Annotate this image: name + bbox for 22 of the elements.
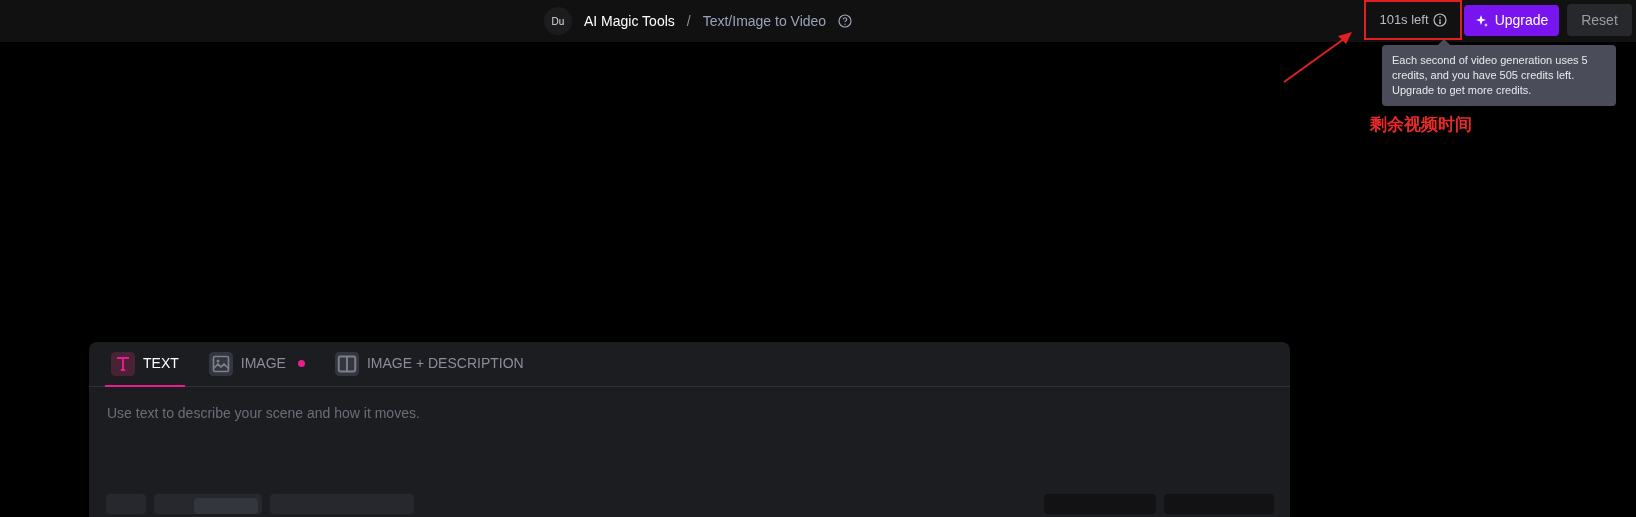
breadcrumb-separator: / bbox=[686, 11, 691, 31]
avatar: Du bbox=[544, 7, 572, 35]
text-icon bbox=[111, 351, 135, 376]
annotation-label: 剩余视频时间 bbox=[1370, 114, 1472, 136]
tooltip: Each second of video generation uses 5 credits, and you have 505 credits left. Upgrade to get more credits. bbox=[1382, 45, 1616, 106]
reset-button[interactable]: Reset bbox=[1567, 4, 1632, 36]
split-panel-icon bbox=[334, 351, 359, 376]
breadcrumb-link[interactable]: AI Magic Tools bbox=[584, 10, 675, 32]
image-icon bbox=[208, 351, 233, 376]
upgrade-button[interactable]: Upgrade bbox=[1464, 5, 1559, 36]
annotation-arrow bbox=[1282, 30, 1354, 84]
help-icon[interactable] bbox=[838, 14, 853, 28]
time-left-text: 101s left bbox=[1379, 11, 1429, 30]
info-icon[interactable] bbox=[1432, 13, 1447, 27]
tab[interactable]: IMAGE bbox=[202, 342, 311, 387]
breadcrumb-current: Text/Image to Video bbox=[702, 11, 827, 31]
prompt-field[interactable]: Use text to describe your scene and how it moves. bbox=[89, 387, 1290, 447]
segment-button[interactable] bbox=[194, 498, 258, 514]
segmented-control[interactable] bbox=[154, 494, 262, 514]
tab[interactable]: TEXT bbox=[105, 342, 185, 387]
sparkle-icon bbox=[1474, 13, 1489, 28]
tab[interactable]: IMAGE + DESCRIPTION bbox=[328, 342, 530, 387]
